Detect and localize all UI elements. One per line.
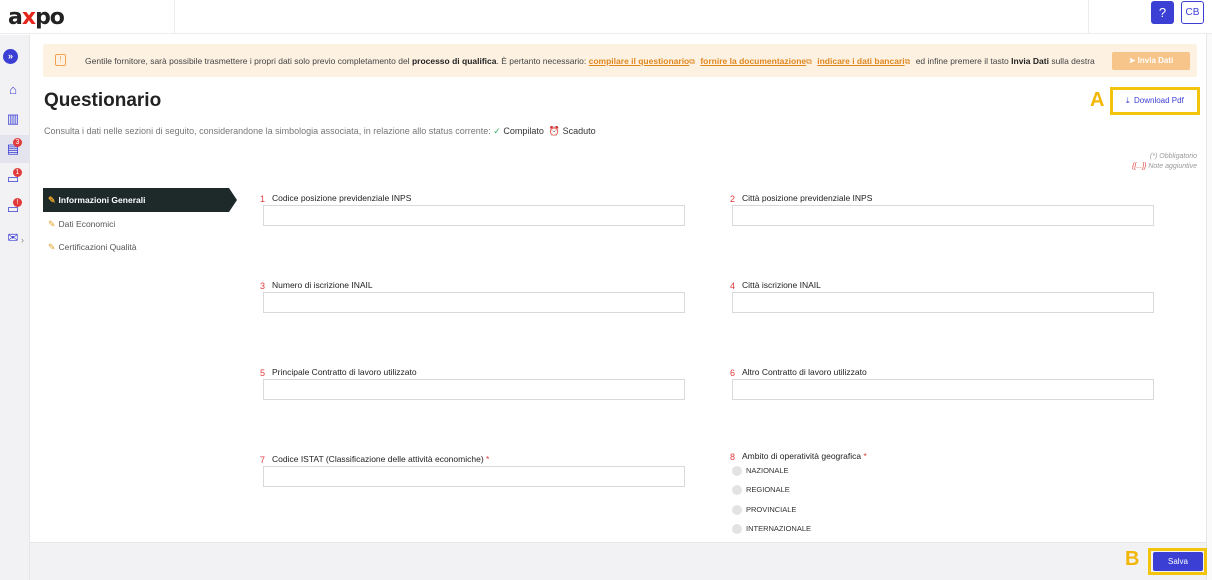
radio-label: PROVINCIALE (746, 505, 797, 514)
radio-label: NAZIONALE (746, 466, 789, 475)
external-link-icon: ⧉ (689, 57, 695, 66)
field-label: Altro Contratto di lavoro utilizzato (742, 367, 867, 377)
inps-city-input[interactable] (732, 205, 1154, 226)
user-avatar-button[interactable]: CB (1181, 1, 1204, 24)
radio-internazionale[interactable] (732, 524, 742, 534)
footer-bar (30, 542, 1206, 580)
tab-informazioni-generali[interactable]: ✎ Informazioni Generali (48, 195, 145, 206)
legend-notes: {[...]} Note aggiuntive (1132, 163, 1197, 170)
qualification-notice: ! Gentile fornitore, sarà possibile tras… (43, 44, 1197, 77)
top-bar: axpo ? CB (0, 0, 1212, 34)
field-label: Principale Contratto di lavoro utilizzat… (272, 367, 417, 377)
istat-code-input[interactable] (263, 466, 685, 487)
other-contract-input[interactable] (732, 379, 1154, 400)
page-title: Questionario (44, 90, 162, 111)
check-icon: ✓ (493, 126, 501, 136)
clipboard-badge: 3 (13, 138, 22, 147)
pencil-icon: ✎ (48, 195, 56, 205)
pencil-icon: ✎ (48, 219, 56, 229)
chevron-right-icon[interactable]: › (21, 235, 24, 245)
required-mark: * (863, 451, 867, 461)
send-icon: ➤ (1128, 56, 1136, 65)
notice-text: Gentile fornitore, sarà possibile trasme… (85, 56, 1095, 66)
field-label: Città posizione previdenziale INPS (742, 193, 873, 203)
tab-certificazioni-qualita[interactable]: ✎ Certificazioni Qualità (48, 242, 137, 253)
folder-alert-badge: ! (13, 198, 22, 207)
help-button[interactable]: ? (1151, 1, 1174, 24)
link-provide-documentation[interactable]: fornire la documentazione (700, 56, 806, 66)
field-number: 1 (260, 194, 266, 204)
external-link-icon: ⧉ (806, 57, 812, 66)
expand-sidebar-icon[interactable]: » (3, 49, 18, 64)
download-icon: ⤓ (1126, 96, 1130, 105)
axpo-logo[interactable]: axpo (8, 5, 65, 30)
scrollbar[interactable] (1206, 34, 1212, 580)
field-number: 7 (260, 455, 266, 465)
folder-badge: 1 (13, 168, 22, 177)
sidebar: » ⌂ ▥ ▤ 3 ▭ 1 ▭ ! ✉ › (0, 35, 30, 580)
inps-code-input[interactable] (263, 205, 685, 226)
field-label: Città iscrizione INAIL (742, 280, 821, 290)
legend-required: (*) Obbligatorio (1149, 153, 1197, 160)
pencil-icon: ✎ (48, 242, 56, 252)
inail-city-input[interactable] (732, 292, 1154, 313)
link-bank-details[interactable]: indicare i dati bancari (817, 56, 904, 66)
external-link-icon: ⧉ (904, 57, 911, 66)
mail-icon[interactable]: ✉ (3, 228, 23, 248)
field-label: Codice posizione previdenziale INPS (272, 193, 412, 203)
annotation-b: B (1125, 548, 1140, 570)
home-icon[interactable]: ⌂ (3, 80, 23, 100)
field-number: 4 (730, 281, 736, 291)
radio-nazionale[interactable] (732, 466, 742, 476)
link-compile-questionnaire[interactable]: compilare il questionario (589, 56, 690, 66)
divider (1088, 0, 1089, 34)
send-data-button[interactable]: ➤ Invia Dati (1112, 52, 1190, 70)
radio-provinciale[interactable] (732, 505, 742, 515)
main-contract-input[interactable] (263, 379, 685, 400)
page-subtitle: Consulta i dati nelle sezioni di seguito… (44, 126, 596, 136)
alarm-clock-icon: ⏰ (548, 126, 561, 136)
warning-icon: ! (55, 54, 66, 66)
legend: (*) Obbligatorio {[...]} Note aggiuntive (1132, 152, 1197, 172)
tab-dati-economici[interactable]: ✎ Dati Economici (48, 219, 115, 230)
tab-active-arrow (229, 188, 237, 212)
divider (174, 0, 175, 34)
required-mark: * (486, 454, 490, 464)
field-label: Codice ISTAT (Classificazione delle atti… (272, 454, 490, 464)
field-number: 3 (260, 281, 266, 291)
radio-label: INTERNAZIONALE (746, 524, 812, 533)
field-label: Numero di iscrizione INAIL (272, 280, 373, 290)
download-pdf-button[interactable]: ⤓ Download Pdf (1126, 96, 1184, 106)
save-button[interactable]: Salva (1153, 552, 1203, 571)
radio-label: REGIONALE (746, 485, 790, 494)
field-label: Ambito di operatività geografica * (742, 451, 867, 461)
buildings-icon[interactable]: ▥ (3, 109, 23, 129)
radio-regionale[interactable] (732, 485, 742, 495)
field-number: 6 (730, 368, 736, 378)
field-number: 8 (730, 452, 736, 462)
inail-number-input[interactable] (263, 292, 685, 313)
annotation-a: A (1090, 89, 1105, 111)
field-number: 5 (260, 368, 266, 378)
field-number: 2 (730, 194, 736, 204)
